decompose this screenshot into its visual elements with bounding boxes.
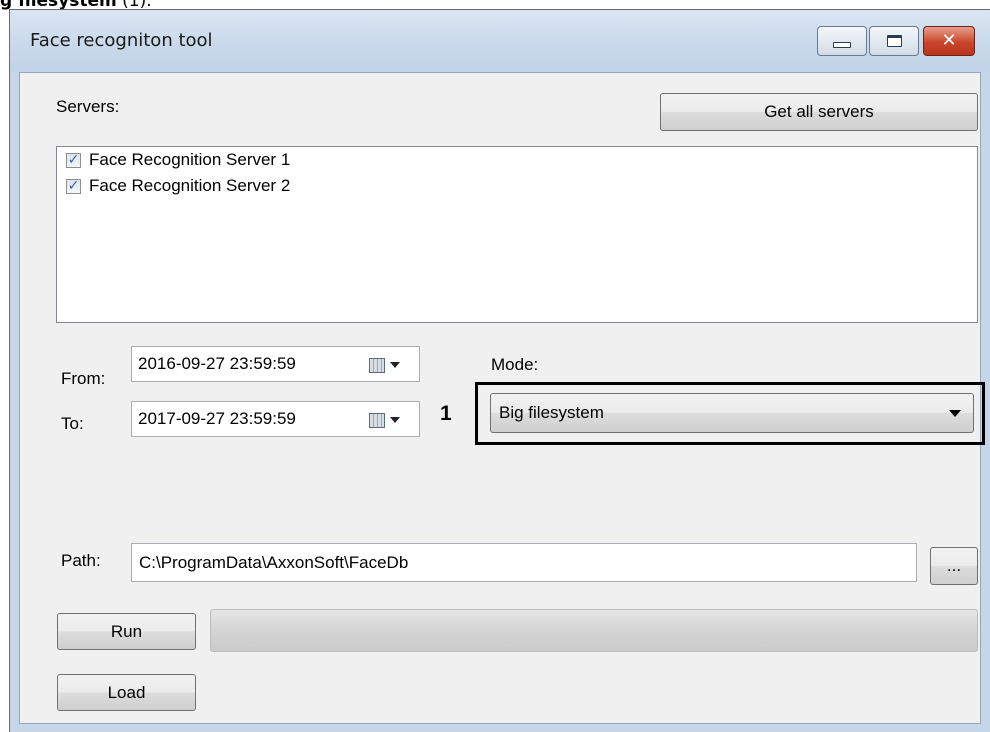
to-datetime-value: 2017-09-27 23:59:59 bbox=[138, 409, 296, 428]
load-button[interactable]: Load bbox=[57, 674, 196, 711]
to-calendar-button[interactable] bbox=[369, 410, 409, 430]
client-area: Servers: Get all servers ✓ Face Recognit… bbox=[19, 72, 985, 724]
browse-path-button[interactable]: ... bbox=[930, 547, 978, 585]
mode-select[interactable]: Big filesystem bbox=[490, 393, 974, 433]
path-value: C:\ProgramData\AxxonSoft\FaceDb bbox=[139, 553, 409, 572]
checkmark-icon: ✓ bbox=[67, 178, 80, 194]
servers-list[interactable]: ✓ Face Recognition Server 1 ✓ Face Recog… bbox=[56, 146, 978, 323]
server-2-checkbox[interactable]: ✓ bbox=[66, 178, 81, 194]
calendar-icon bbox=[369, 357, 385, 373]
title-bar[interactable]: Face recogniton tool ✕ bbox=[10, 10, 990, 72]
chevron-down-icon bbox=[390, 417, 400, 423]
to-datetime-picker[interactable]: 2017-09-27 23:59:59 bbox=[131, 401, 420, 437]
path-label: Path: bbox=[61, 551, 101, 570]
chevron-down-icon bbox=[949, 410, 961, 417]
from-datetime-value: 2016-09-27 23:59:59 bbox=[138, 354, 296, 373]
close-icon: ✕ bbox=[941, 30, 957, 51]
close-button[interactable]: ✕ bbox=[923, 26, 975, 56]
mode-label: Mode: bbox=[491, 355, 539, 374]
checkmark-icon: ✓ bbox=[67, 152, 80, 168]
from-calendar-button[interactable] bbox=[369, 355, 409, 375]
to-label: To: bbox=[61, 414, 84, 433]
path-input[interactable]: C:\ProgramData\AxxonSoft\FaceDb bbox=[131, 543, 917, 582]
server-2-label: Face Recognition Server 2 bbox=[89, 176, 291, 195]
mode-selected-value: Big filesystem bbox=[499, 403, 604, 422]
minimize-icon bbox=[833, 42, 851, 48]
maximize-icon bbox=[886, 35, 902, 47]
server-1-checkbox[interactable]: ✓ bbox=[66, 152, 81, 168]
from-datetime-picker[interactable]: 2016-09-27 23:59:59 bbox=[131, 346, 420, 382]
servers-label: Servers: bbox=[56, 97, 120, 116]
progress-bar bbox=[210, 609, 978, 652]
app-window: Face recogniton tool ✕ Servers: Get all … bbox=[9, 9, 990, 732]
list-item[interactable]: ✓ Face Recognition Server 2 bbox=[66, 175, 290, 197]
list-item[interactable]: ✓ Face Recognition Server 1 bbox=[66, 149, 290, 171]
from-label: From: bbox=[61, 369, 106, 388]
maximize-button[interactable] bbox=[869, 26, 919, 56]
get-all-servers-button[interactable]: Get all servers bbox=[660, 93, 978, 131]
run-button[interactable]: Run bbox=[57, 613, 196, 650]
minimize-button[interactable] bbox=[817, 26, 867, 56]
calendar-icon bbox=[369, 412, 385, 428]
chevron-down-icon bbox=[390, 362, 400, 368]
callout-number: 1 bbox=[440, 402, 452, 425]
server-1-label: Face Recognition Server 1 bbox=[89, 150, 291, 169]
window-title: Face recogniton tool bbox=[30, 30, 213, 51]
